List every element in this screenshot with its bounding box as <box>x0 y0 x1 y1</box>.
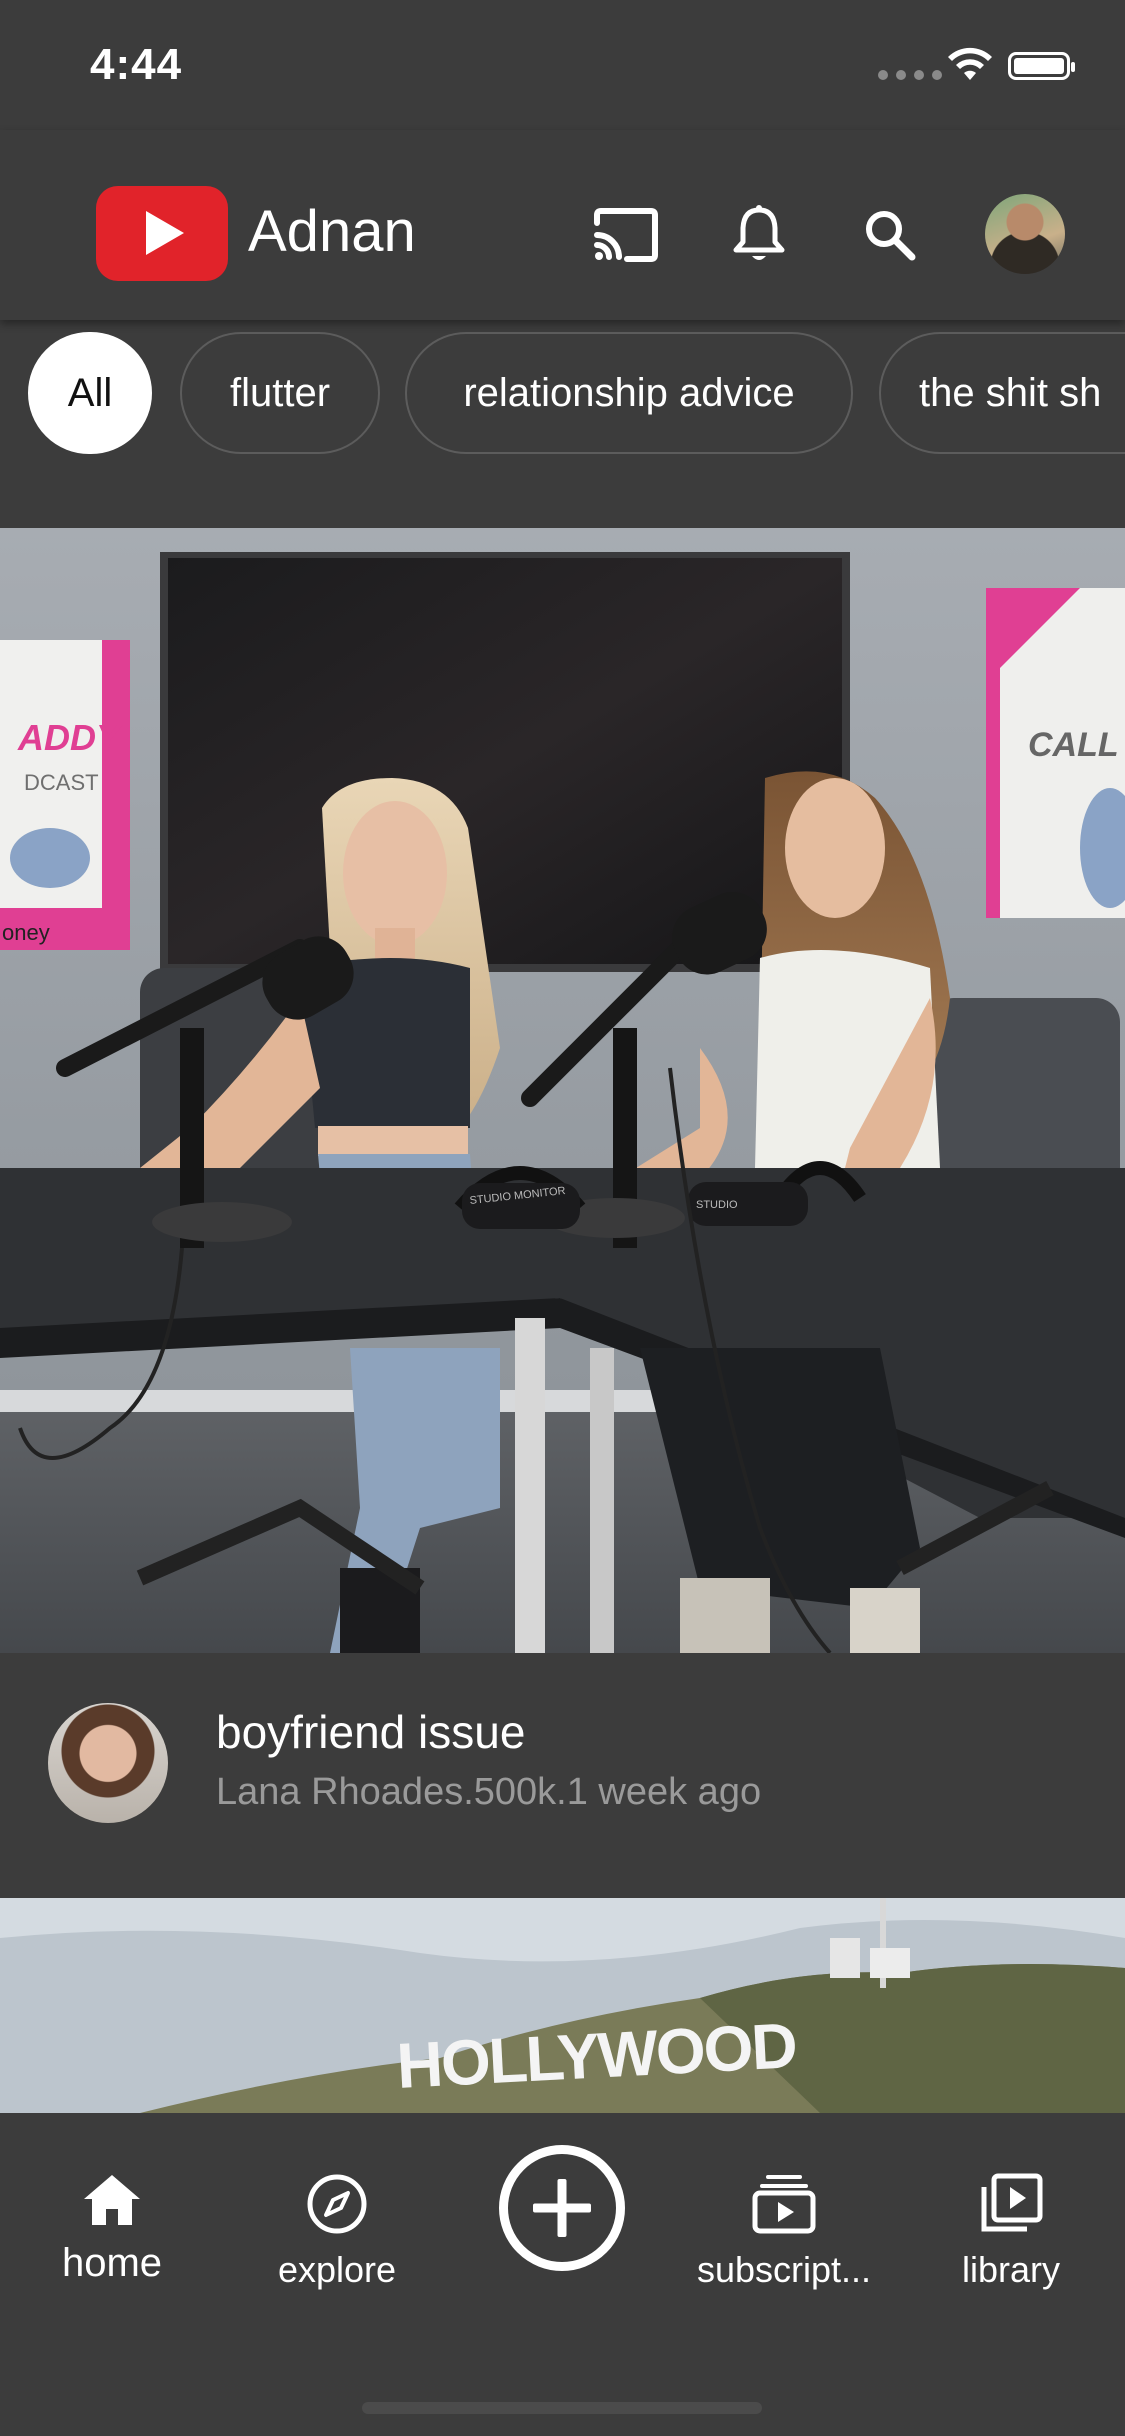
nav-subscriptions-label: subscript... <box>696 2249 872 2290</box>
library-icon <box>981 2173 1043 2232</box>
compass-icon <box>307 2174 367 2234</box>
nav-home[interactable]: home <box>2 2173 222 2286</box>
nav-library[interactable]: library <box>901 2173 1121 2291</box>
nav-explore-label: explore <box>277 2249 397 2290</box>
chip-relationship-advice[interactable]: relationship advice <box>405 332 853 454</box>
thumbnail-image: ADDY DCAST oney CALL H <box>0 528 1125 1653</box>
app-bar: Adnan <box>0 130 1125 320</box>
app-root: 4:44 Adnan All flutter relationship advi… <box>0 0 1125 2436</box>
bottom-navigation: home explore subscript... library <box>0 2113 1125 2436</box>
youtube-logo-icon[interactable] <box>96 186 228 281</box>
home-icon <box>84 2175 140 2225</box>
nav-home-label: home <box>61 2241 163 2285</box>
video-thumbnail-2[interactable]: HOLLYWOOD <box>0 1898 1125 2113</box>
left-poster-text-3: oney <box>2 920 50 945</box>
chip-the-shit-show[interactable]: the shit sh <box>879 332 1125 454</box>
wifi-icon <box>948 47 992 80</box>
create-button[interactable] <box>499 2145 625 2271</box>
chip-flutter[interactable]: flutter <box>180 332 380 454</box>
filter-chips: All flutter relationship advice the shit… <box>0 320 1125 470</box>
chip-all[interactable]: All <box>28 332 152 454</box>
brand-name: Adnan <box>248 199 416 264</box>
channel-avatar[interactable] <box>48 1703 168 1823</box>
home-indicator <box>362 2402 762 2414</box>
thumbnail-image-2: HOLLYWOOD <box>0 1898 1125 2113</box>
left-poster-text-1: ADDY <box>17 717 123 758</box>
cellular-signal-icon <box>878 70 942 80</box>
left-poster-text-2: DCAST <box>24 770 99 795</box>
status-time: 4:44 <box>90 40 183 89</box>
account-avatar[interactable] <box>985 194 1065 274</box>
subscriptions-icon <box>752 2175 816 2234</box>
video-subtitle: Lana Rhoades.500k.1 week ago <box>216 1771 762 1813</box>
search-icon[interactable] <box>855 200 925 270</box>
status-bar: 4:44 <box>0 0 1125 130</box>
right-poster-text: CALL H <box>1028 726 1125 764</box>
bell-icon[interactable] <box>724 200 794 270</box>
nav-library-label: library <box>961 2249 1060 2290</box>
video-meta[interactable]: boyfriend issue Lana Rhoades.500k.1 week… <box>0 1653 1125 1898</box>
headphone-right-text: STUDIO <box>696 1199 738 1211</box>
battery-icon <box>1008 52 1075 80</box>
nav-subscriptions[interactable]: subscript... <box>674 2173 894 2291</box>
cast-icon[interactable] <box>591 200 661 270</box>
video-thumbnail[interactable]: ADDY DCAST oney CALL H <box>0 528 1125 1653</box>
video-title[interactable]: boyfriend issue <box>216 1705 525 1759</box>
nav-explore[interactable]: explore <box>227 2173 447 2291</box>
